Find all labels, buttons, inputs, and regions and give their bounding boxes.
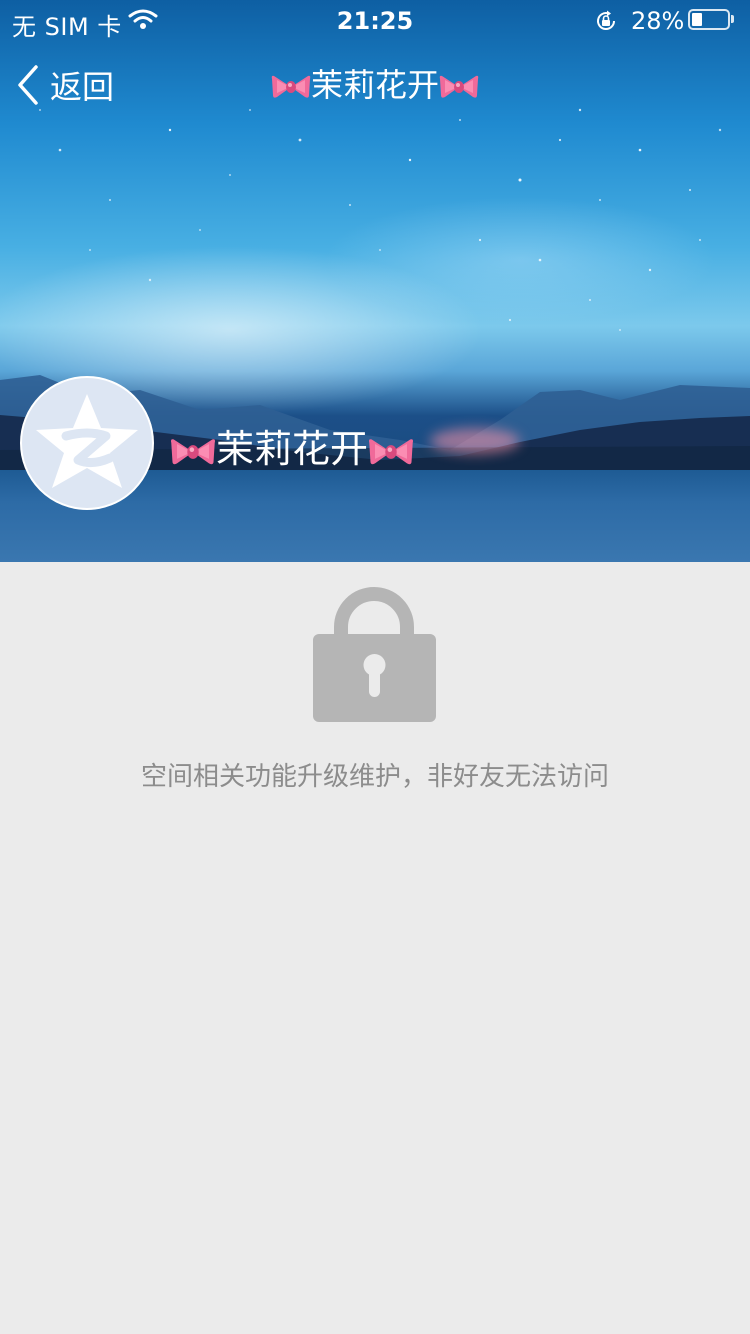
status-bar: 无 SIM 卡 21:25 28% xyxy=(0,0,750,41)
battery-icon xyxy=(688,9,730,30)
pink-bow-icon xyxy=(368,436,414,468)
page-title-text: 茉莉花开 xyxy=(310,66,439,104)
page-title: 茉莉花开 xyxy=(0,62,750,108)
battery-tip xyxy=(731,15,734,23)
qzone-star-icon xyxy=(36,394,138,488)
battery-level xyxy=(692,13,702,26)
profile-name-text: 茉莉花开 xyxy=(216,427,369,471)
pink-bow-icon xyxy=(271,73,311,101)
pink-bow-icon xyxy=(170,436,216,468)
padlock-icon xyxy=(313,587,436,722)
pink-bow-icon xyxy=(439,73,479,101)
profile-name: 茉莉花开 xyxy=(170,424,414,474)
sunset-glow xyxy=(430,428,520,454)
access-denied-message: 空间相关功能升级维护，非好友无法访问 xyxy=(140,762,609,792)
battery-percent: 28% xyxy=(631,7,685,35)
rotation-lock-icon xyxy=(597,10,616,30)
avatar[interactable] xyxy=(20,376,154,510)
